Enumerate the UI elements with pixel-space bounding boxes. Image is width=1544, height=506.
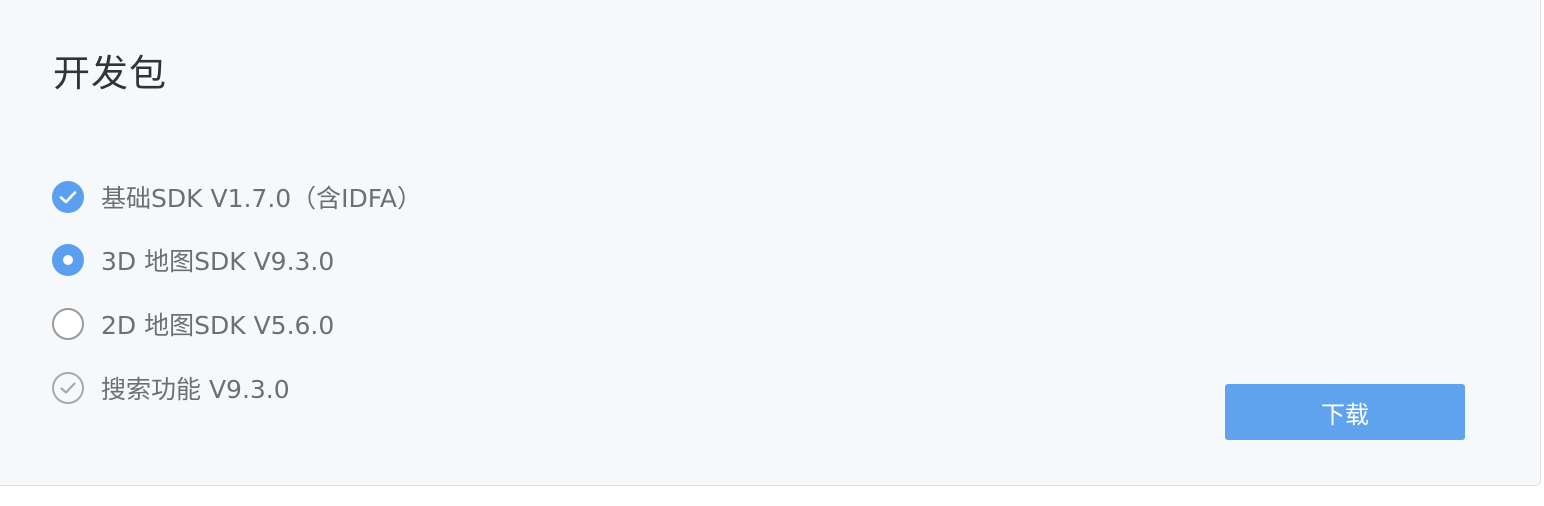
- dev-package-panel: 开发包 基础SDK V1.7.0（含IDFA） 3D 地图SDK V9.3.0 …: [0, 0, 1541, 486]
- download-button[interactable]: 下载: [1225, 384, 1465, 440]
- option-2d-map-sdk[interactable]: 2D 地图SDK V5.6.0: [52, 307, 334, 341]
- option-label: 搜索功能 V9.3.0: [101, 375, 290, 404]
- option-label: 基础SDK V1.7.0（含IDFA）: [101, 184, 422, 213]
- option-3d-map-sdk[interactable]: 3D 地图SDK V9.3.0: [52, 243, 334, 277]
- option-label: 3D 地图SDK V9.3.0: [101, 247, 335, 276]
- check-circle-icon[interactable]: [52, 181, 84, 213]
- radio-selected-icon[interactable]: [52, 244, 84, 276]
- option-label: 2D 地图SDK V5.6.0: [101, 311, 335, 340]
- option-search: 搜索功能 V9.3.0: [52, 371, 290, 405]
- option-base-sdk[interactable]: 基础SDK V1.7.0（含IDFA）: [52, 180, 422, 214]
- radio-unselected-icon[interactable]: [52, 308, 84, 340]
- check-circle-outline-icon: [52, 372, 84, 404]
- panel-title: 开发包: [53, 52, 167, 95]
